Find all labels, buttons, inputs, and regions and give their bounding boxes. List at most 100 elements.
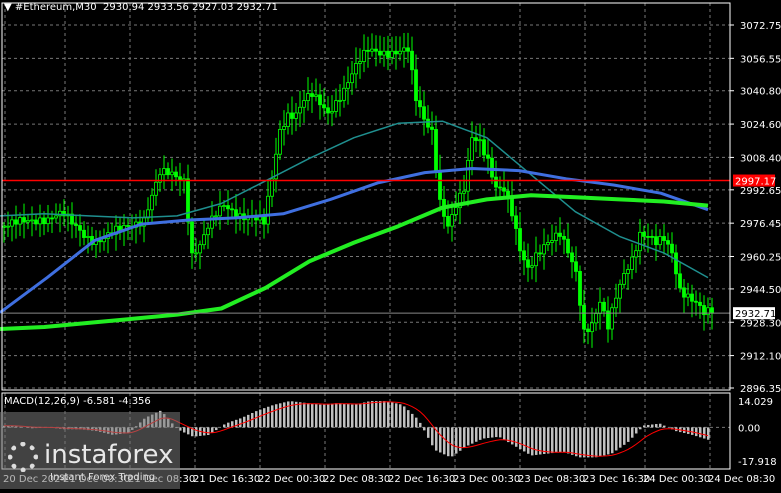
candle-body <box>571 253 574 262</box>
candle-body <box>7 226 10 227</box>
candle-body <box>127 225 130 226</box>
candle-body <box>323 105 326 108</box>
y-tick-label: 3008.40 <box>740 153 781 164</box>
candle-body <box>15 220 18 224</box>
y-tick-label: 2960.25 <box>740 253 781 264</box>
candle-body <box>47 218 50 224</box>
candle-body <box>655 237 658 245</box>
candle-body <box>207 228 210 234</box>
macd-histogram-bar <box>187 427 190 434</box>
macd-histogram-bar <box>283 402 286 427</box>
macd-histogram-bar <box>639 427 642 429</box>
candle-body <box>423 107 426 119</box>
candle-body <box>671 244 674 253</box>
symbol-label: #Ethereum,M30 <box>15 2 97 13</box>
x-tick-label: 24 Dec 08:30 <box>708 474 775 485</box>
candle-body <box>375 49 378 51</box>
macd-histogram-bar <box>663 426 666 428</box>
macd-histogram-bar <box>547 427 550 453</box>
candle-body <box>383 51 386 55</box>
collapse-triangle-icon[interactable]: ▼ <box>4 2 15 13</box>
candle-body <box>79 226 82 231</box>
y-tick-label: 3056.55 <box>740 54 781 65</box>
candle-body <box>195 253 198 254</box>
candle-body <box>387 51 390 57</box>
macd-histogram-bar <box>391 402 394 427</box>
x-tick-label: 23 Dec 08:30 <box>518 474 585 485</box>
candle-body <box>419 101 422 107</box>
candle-body <box>347 83 350 89</box>
candle-body <box>523 251 526 260</box>
macd-histogram-bar <box>311 404 314 428</box>
candle-body <box>355 63 358 73</box>
candle-body <box>591 323 594 332</box>
macd-histogram-bar <box>399 404 402 427</box>
macd-histogram-bar <box>483 427 486 438</box>
candle-body <box>83 230 86 237</box>
macd-histogram-bar <box>271 405 274 427</box>
macd-histogram-bar <box>267 407 270 428</box>
candle-body <box>599 302 602 313</box>
macd-histogram-bar <box>323 405 326 428</box>
candle-body <box>335 101 338 112</box>
macd-histogram-bar <box>407 410 410 427</box>
candle-body <box>439 171 442 200</box>
macd-histogram-bar <box>567 427 570 453</box>
candle-body <box>647 236 650 237</box>
candle-body <box>483 140 486 155</box>
candle-body <box>463 191 466 193</box>
trading-chart[interactable]: 20 Dec 202421 Dec 00:3021 Dec 08:3021 De… <box>0 0 781 489</box>
macd-histogram-bar <box>227 423 230 428</box>
candle-body <box>391 51 394 57</box>
candle-body <box>179 177 182 180</box>
candle-body <box>407 48 410 51</box>
candle-body <box>427 119 430 127</box>
x-tick-label: 22 Dec 16:30 <box>388 474 455 485</box>
macd-histogram-bar <box>603 427 606 455</box>
macd-histogram-bar <box>395 403 398 427</box>
candle-body <box>379 51 382 55</box>
candle-body <box>479 140 482 141</box>
y-tick-label: 3040.80 <box>740 87 781 98</box>
candle-body <box>99 241 102 242</box>
candle-body <box>187 179 190 222</box>
candle-body <box>415 70 418 101</box>
x-tick-label: 22 Dec 00:30 <box>258 474 325 485</box>
candle-body <box>567 239 570 253</box>
macd-histogram-bar <box>403 406 406 427</box>
chart-header: ▼ #Ethereum,M30 2930.94 2933.56 2927.03 … <box>4 2 278 13</box>
y-tick-label: 3024.60 <box>740 120 781 131</box>
candle-body <box>563 236 566 239</box>
candle-body <box>167 169 170 175</box>
candle-body <box>587 329 590 332</box>
macd-histogram-bar <box>487 427 490 438</box>
red-price-label: 2997.17 <box>735 177 776 188</box>
candle-body <box>631 257 634 270</box>
candle-body <box>579 271 582 305</box>
candle-body <box>555 233 558 240</box>
candle-body <box>539 253 542 254</box>
candle-body <box>303 101 306 108</box>
macd-histogram-bar <box>503 427 506 439</box>
candle-body <box>203 235 206 245</box>
candle-body <box>683 288 686 297</box>
candle-body <box>495 177 498 187</box>
macd-histogram-bar <box>563 427 566 452</box>
candle-body <box>435 129 438 170</box>
candle-body <box>371 49 374 51</box>
macd-histogram-bar <box>195 427 198 436</box>
candle-body <box>291 113 294 118</box>
candle-body <box>267 196 270 224</box>
macd-histogram-bar <box>331 404 334 428</box>
candle-body <box>691 294 694 301</box>
candle-body <box>399 51 402 54</box>
macd-histogram-bar <box>635 427 638 433</box>
macd-histogram-bar <box>423 427 426 430</box>
candle-body <box>487 155 490 158</box>
candle-body <box>619 284 622 298</box>
y-tick-label: 2944.50 <box>740 285 781 296</box>
candle-body <box>411 51 414 70</box>
macd-histogram-bar <box>303 403 306 428</box>
macd-histogram-bar <box>343 404 346 428</box>
candle-body <box>299 107 302 113</box>
